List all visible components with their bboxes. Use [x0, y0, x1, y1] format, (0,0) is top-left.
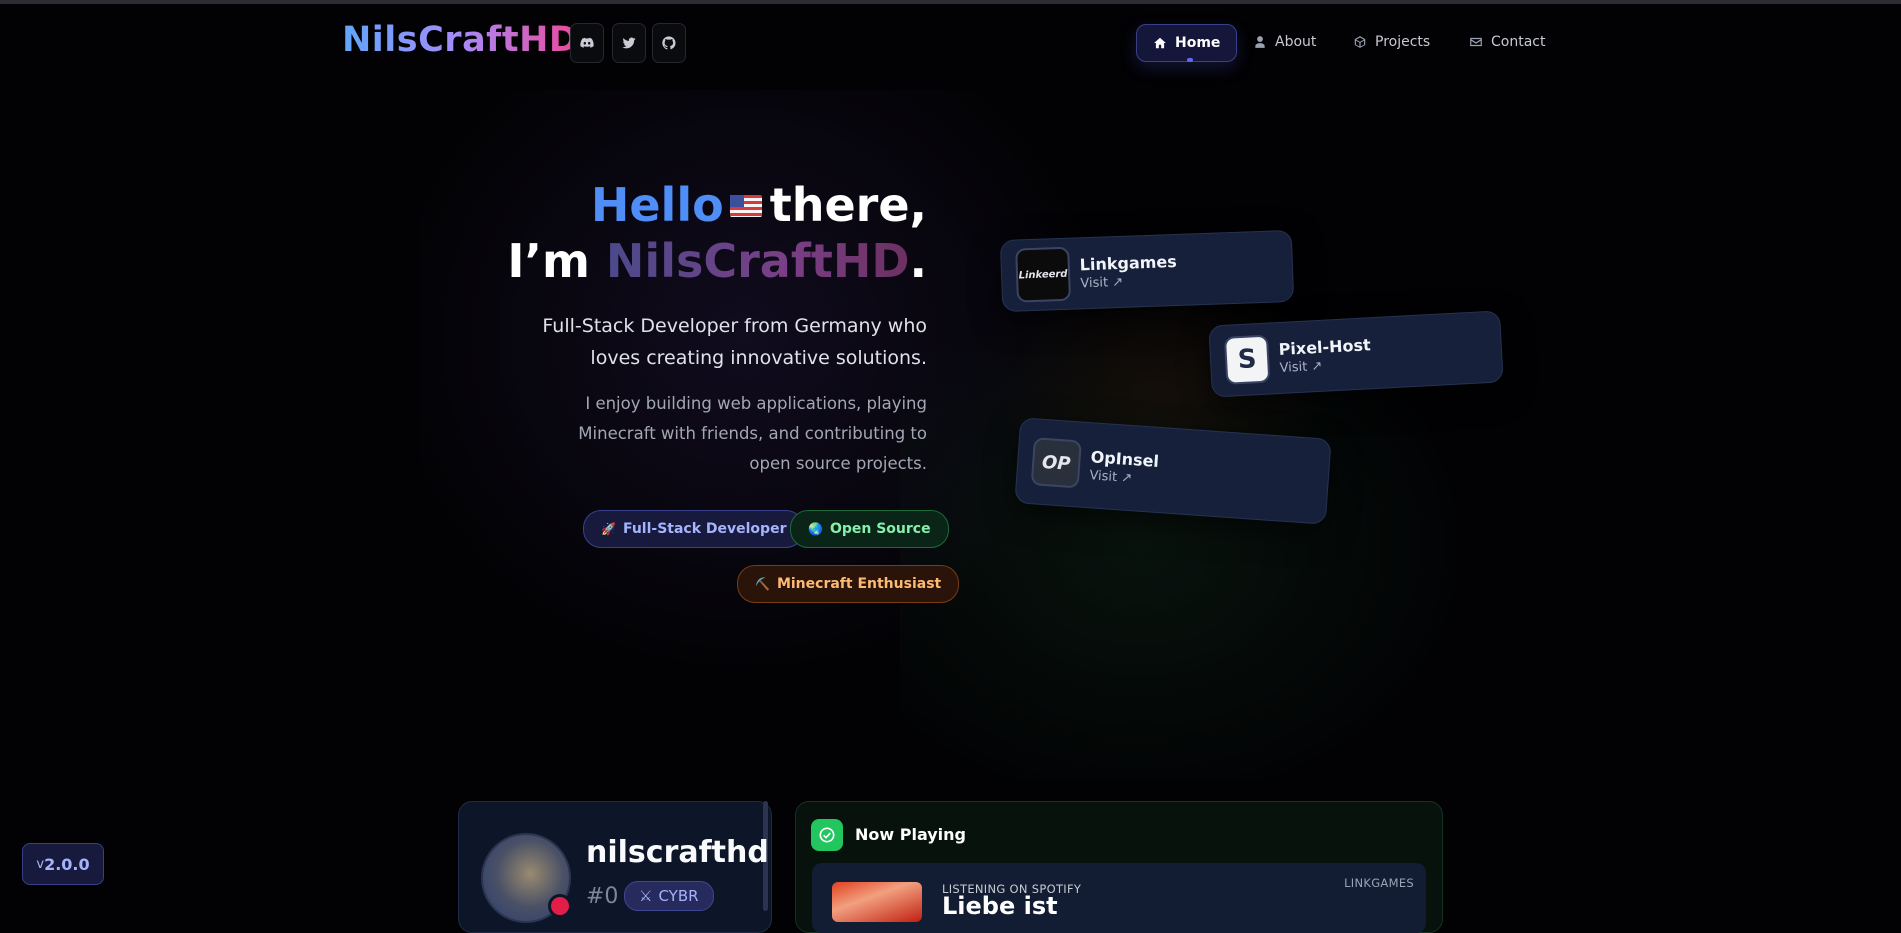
external-link-icon: ↗ — [1311, 358, 1323, 375]
partner-visit-link[interactable]: Visit ↗ — [1080, 273, 1177, 291]
nav-home-label: Home — [1175, 35, 1221, 51]
now-playing-title: Now Playing — [855, 825, 967, 844]
nav-contact[interactable]: Contact — [1453, 24, 1561, 60]
nav-contact-label: Contact — [1491, 34, 1546, 50]
hero-description: I enjoy building web applications, playi… — [527, 389, 927, 479]
partner-visit-link[interactable]: Visit ↗ — [1089, 468, 1158, 488]
hero-subtitle-line: Full-Stack Developer from Germany who — [542, 315, 927, 337]
hero-im: I’m — [507, 234, 590, 288]
github-link[interactable] — [652, 23, 686, 63]
tag-label: Full-Stack Developer — [622, 521, 787, 537]
top-border — [0, 0, 1901, 4]
status-indicator — [548, 894, 572, 918]
user-icon — [1255, 36, 1265, 48]
opinsel-logo-text: OP — [1041, 451, 1072, 475]
hero-description-line: open source projects. — [749, 454, 927, 473]
hero-description-line: I enjoy building web applications, playi… — [585, 394, 927, 413]
nav-about-label: About — [1275, 34, 1317, 50]
song-title[interactable]: Liebe ist — [942, 892, 1058, 920]
nav-projects-label: Projects — [1375, 34, 1431, 50]
tag-label: Minecraft Enthusiast — [776, 576, 942, 592]
hero-heading-line2: I’m NilsCraftHD. — [507, 234, 927, 288]
envelope-icon — [1470, 37, 1482, 47]
partner-name: Linkgames — [1079, 251, 1178, 275]
linkgames-logo-text: Linkeerd — [1018, 268, 1068, 281]
globe-icon: 🌏 — [808, 522, 823, 536]
linkgames-logo: Linkeerd — [1015, 246, 1071, 303]
hero-hello: Hello — [590, 178, 724, 232]
nav-projects[interactable]: Projects — [1337, 24, 1446, 60]
visit-label: Visit — [1080, 275, 1109, 292]
hero-subtitle-line: loves creating innovative solutions. — [590, 347, 927, 369]
site-logo[interactable]: NilsCraftHD — [342, 20, 579, 60]
visit-label: Visit — [1279, 359, 1308, 377]
external-link-icon: ↗ — [1120, 470, 1133, 487]
discord-link[interactable] — [570, 23, 604, 63]
partner-name: OpInsel — [1090, 447, 1160, 471]
twitter-link[interactable] — [612, 23, 646, 63]
sword-icon: ⚔ — [639, 887, 653, 905]
hero-subtitle: Full-Stack Developer from Germany who lo… — [507, 310, 927, 374]
hero-heading-line1: Hello there, — [591, 178, 927, 232]
check-icon — [811, 819, 843, 851]
tag-minecraft-enthusiast: ⛏️ Minecraft Enthusiast — [737, 565, 960, 603]
discord-icon — [580, 37, 594, 48]
tag-label: Open Source — [829, 521, 931, 537]
hero-description-line: Minecraft with friends, and contributing… — [578, 424, 927, 443]
rocket-icon: 🚀 — [601, 522, 616, 536]
album-art — [832, 882, 922, 922]
pickaxe-icon: ⛏️ — [755, 577, 770, 591]
home-icon — [1154, 37, 1166, 49]
hero-period: . — [909, 234, 927, 288]
pixel-host-logo-text: S — [1237, 344, 1258, 376]
version-number: 2.0.0 — [44, 854, 90, 874]
version-badge: v 2.0.0 — [22, 843, 104, 885]
visit-label: Visit — [1088, 468, 1118, 486]
tag-full-stack-developer: 🚀 Full-Stack Developer — [583, 510, 805, 548]
nav-active-indicator — [1187, 58, 1193, 62]
discord-tag: #0 — [586, 884, 619, 909]
artist-name[interactable]: LINKGAMES — [1344, 876, 1414, 890]
partner-card-pixel-host[interactable]: S Pixel-Host Visit ↗ — [1208, 310, 1504, 398]
us-flag-icon — [729, 195, 762, 217]
pixel-host-logo: S — [1223, 334, 1271, 385]
tag-open-source: 🌏 Open Source — [790, 510, 949, 548]
github-icon — [662, 36, 676, 50]
external-link-icon: ↗ — [1111, 274, 1124, 291]
nav-home[interactable]: Home — [1136, 24, 1238, 62]
partner-visit-link[interactable]: Visit ↗ — [1279, 356, 1372, 376]
nav-about[interactable]: About — [1237, 24, 1332, 60]
guild-badge-label: CYBR — [658, 887, 699, 905]
hero-name: NilsCraftHD — [605, 234, 910, 288]
discord-username: nilscrafthd — [586, 835, 769, 870]
partner-card-linkgames[interactable]: Linkeerd Linkgames Visit ↗ — [999, 229, 1295, 313]
version-prefix: v — [36, 856, 45, 872]
cube-icon — [1354, 36, 1366, 48]
opinsel-logo: OP — [1030, 437, 1082, 489]
hero-there: there, — [769, 178, 927, 232]
twitter-icon — [622, 37, 636, 49]
guild-badge: ⚔ CYBR — [624, 881, 714, 911]
partner-name: Pixel-Host — [1278, 335, 1372, 360]
